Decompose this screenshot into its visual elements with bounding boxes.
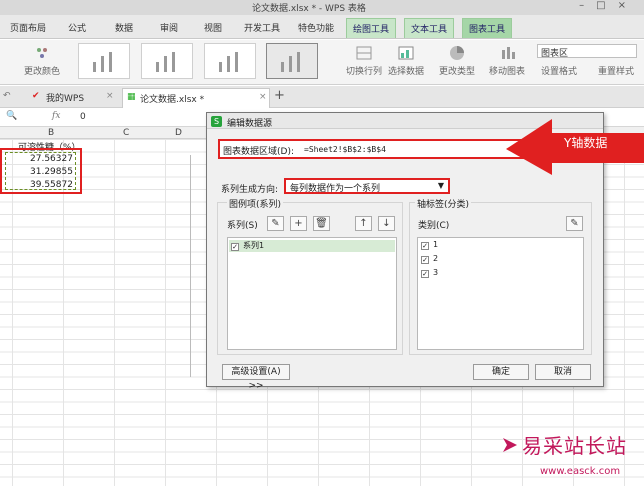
- select-data-button[interactable]: 选择数据: [388, 64, 424, 77]
- cancel-button[interactable]: 取消: [535, 364, 591, 380]
- move-down-button[interactable]: ↓: [378, 216, 395, 231]
- title-bar: 论文数据.xlsx * - WPS 表格 –□×: [0, 0, 644, 15]
- tab-features[interactable]: 特色功能: [298, 21, 334, 34]
- range-label: 图表数据区域(D):: [223, 147, 294, 157]
- tab-view[interactable]: 视图: [204, 21, 222, 34]
- new-tab-icon[interactable]: +: [274, 88, 285, 103]
- list-item[interactable]: ✓ 1: [421, 240, 438, 252]
- set-format-button[interactable]: 设置格式: [541, 64, 577, 77]
- undo-icon[interactable]: ↶: [3, 91, 11, 101]
- checkbox-checked-icon[interactable]: ✓: [421, 242, 429, 250]
- zoom-icon[interactable]: 🔍: [6, 111, 17, 121]
- annotation-text: Y轴数据: [564, 136, 608, 150]
- document-tabs: ↶ ✔ 我的WPS × ▦ 论文数据.xlsx * × +: [0, 86, 644, 108]
- tab-page-layout[interactable]: 页面布局: [10, 21, 46, 34]
- category-label: 类别(C): [418, 221, 450, 231]
- series-direction-select[interactable]: 每列数据作为一个系列 ▼: [284, 178, 450, 194]
- list-item[interactable]: ✓ 2: [421, 254, 438, 266]
- move-up-button[interactable]: ↑: [355, 216, 372, 231]
- category-item-label: 1: [433, 240, 439, 249]
- move-chart-icon: [502, 47, 515, 59]
- spreadsheet-icon: ▦: [127, 92, 136, 102]
- reset-style-button[interactable]: 重置样式: [598, 64, 634, 77]
- file-tab[interactable]: ▦ 论文数据.xlsx * ×: [122, 88, 270, 108]
- pie-chart-icon: [450, 46, 464, 60]
- delete-series-button[interactable]: 🗑: [313, 216, 330, 231]
- chevron-down-icon: ▼: [437, 181, 444, 190]
- range-input[interactable]: =Sheet2!$B$2:$B$4: [304, 145, 386, 154]
- chart-style-thumb-1[interactable]: [78, 43, 130, 79]
- direction-value: 每列数据作为一个系列: [290, 184, 381, 194]
- copy-marquee: [5, 152, 76, 190]
- category-list[interactable]: ✓ 1 ✓ 2 ✓ 3: [417, 237, 584, 350]
- list-item[interactable]: ✓ 3: [421, 268, 438, 280]
- watermark-arrow-icon: [503, 438, 517, 452]
- close-icon[interactable]: ×: [106, 91, 114, 101]
- advanced-settings-button[interactable]: 高级设置(A) >>: [222, 364, 290, 391]
- ribbon-tabs: 页面布局 公式 数据 审阅 视图 开发工具 特色功能 绘图工具 文本工具 图表工…: [0, 15, 644, 39]
- move-chart-button[interactable]: 移动图表: [489, 64, 525, 77]
- checkbox-checked-icon[interactable]: ✓: [231, 243, 239, 251]
- series-list[interactable]: ✓ 系列1: [227, 237, 397, 350]
- column-header-c[interactable]: C: [123, 128, 129, 138]
- tab-chart-tools[interactable]: 图表工具: [462, 18, 513, 38]
- window-title: 论文数据.xlsx * - WPS 表格: [252, 4, 366, 14]
- wps-logo-icon: ✔: [32, 91, 40, 101]
- chart-element-select[interactable]: 图表区: [537, 44, 637, 59]
- file-tab-label: 论文数据.xlsx *: [140, 95, 205, 105]
- column-header-b[interactable]: B: [48, 128, 54, 138]
- watermark-title: 易采站长站: [522, 434, 627, 458]
- category-item-label: 3: [433, 268, 439, 277]
- palette-icon: [37, 48, 47, 58]
- formula-input[interactable]: 0: [80, 112, 86, 122]
- ok-button[interactable]: 确定: [473, 364, 529, 380]
- change-color-button[interactable]: 更改颜色: [24, 64, 60, 77]
- add-series-button[interactable]: +: [290, 216, 307, 231]
- close-icon[interactable]: ×: [259, 92, 267, 102]
- fx-icon[interactable]: fx: [52, 111, 60, 121]
- change-type-button[interactable]: 更改类型: [439, 64, 475, 77]
- column-header-d[interactable]: D: [175, 128, 182, 138]
- wps-s-icon: S: [211, 116, 222, 127]
- category-item-label: 2: [433, 254, 439, 263]
- window-controls[interactable]: –□×: [579, 0, 638, 11]
- chart-style-thumb-2[interactable]: [141, 43, 193, 79]
- edit-category-button[interactable]: ✎: [566, 216, 583, 231]
- tab-text-tools[interactable]: 文本工具: [404, 18, 455, 38]
- series-item-label: 系列1: [243, 241, 265, 250]
- watermark-url: www.easck.com: [540, 466, 621, 477]
- tab-data[interactable]: 数据: [115, 21, 133, 34]
- list-item[interactable]: ✓ 系列1: [229, 240, 395, 252]
- axis-group-title: 轴标签(分类): [415, 197, 472, 210]
- direction-label: 系列生成方向:: [221, 185, 279, 195]
- switch-rowcol-icon: [356, 46, 372, 60]
- my-wps-tab[interactable]: 我的WPS: [46, 91, 84, 104]
- chart-style-thumb-3[interactable]: [204, 43, 256, 79]
- series-label: 系列(S): [227, 221, 258, 231]
- tab-review[interactable]: 审阅: [160, 21, 178, 34]
- switch-rowcol-button[interactable]: 切换行列: [346, 64, 382, 77]
- ribbon-toolbar: 更改颜色 切换行列 选择数据 更改类型 移动图表 图表区 设置格式 重置样式: [0, 40, 644, 85]
- chart-style-thumb-4[interactable]: [266, 43, 318, 79]
- select-data-icon: [398, 46, 414, 60]
- checkbox-checked-icon[interactable]: ✓: [421, 270, 429, 278]
- legend-group-title: 图例项(系列): [227, 197, 284, 210]
- tab-drawing-tools[interactable]: 绘图工具: [346, 18, 397, 38]
- annotation-arrow: Y轴数据: [506, 115, 644, 178]
- checkbox-checked-icon[interactable]: ✓: [421, 256, 429, 264]
- dialog-title: 编辑数据源: [227, 119, 273, 129]
- tab-formula[interactable]: 公式: [68, 21, 86, 34]
- tab-developer[interactable]: 开发工具: [244, 21, 280, 34]
- edit-series-button[interactable]: ✎: [267, 216, 284, 231]
